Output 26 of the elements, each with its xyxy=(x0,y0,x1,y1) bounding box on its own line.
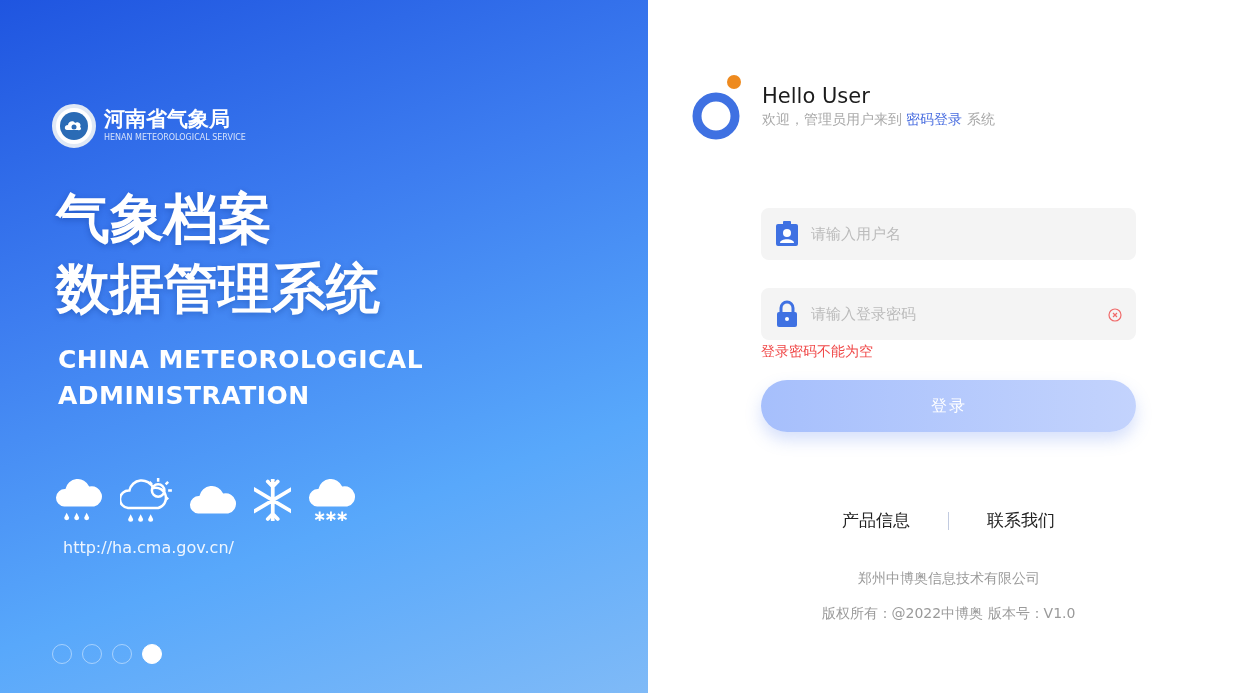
headline-text: 数据管理系统 xyxy=(56,256,380,322)
error-message: 登录密码不能为空 xyxy=(761,343,873,359)
emblem-icon xyxy=(52,104,96,148)
welcome-text: 欢迎，管理员用户来到 密码登录 系统 xyxy=(762,110,995,130)
greeting-title: Hello User xyxy=(762,84,871,110)
snowflake-icon xyxy=(253,478,292,522)
logo-subtitle: HENAN METEOROLOGICAL SERVICE xyxy=(104,131,246,144)
ring-logo-icon xyxy=(692,74,742,140)
clear-icon[interactable] xyxy=(1108,307,1122,322)
subtitle-text: CHINA METEOROLOGICAL xyxy=(58,344,424,376)
logo-title: 河南省气象局 xyxy=(104,108,231,132)
company-name: 郑州中博奥信息技术有限公司 xyxy=(857,569,1040,586)
headline-text: 气象档案 xyxy=(56,186,272,252)
copyright-text: 版权所有：@2022中博奥 版本号：V1.0 xyxy=(821,604,1076,621)
footer-link[interactable]: 产品信息 xyxy=(842,508,910,534)
password-login-link[interactable]: 密码登录 xyxy=(906,111,963,128)
carousel-dot[interactable] xyxy=(142,643,162,664)
id-badge-icon xyxy=(775,221,799,247)
website-url: http://ha.cma.gov.cn/ xyxy=(63,537,234,557)
footer-link[interactable]: 联系我们 xyxy=(987,508,1055,534)
rain-cloud-icon xyxy=(56,479,102,521)
cloud-icon xyxy=(189,486,236,514)
padlock-icon xyxy=(775,300,799,328)
sun-cloud-rain-icon xyxy=(120,478,172,522)
snow-cloud-icon xyxy=(309,478,356,522)
subtitle-text: ADMINISTRATION xyxy=(58,380,310,412)
